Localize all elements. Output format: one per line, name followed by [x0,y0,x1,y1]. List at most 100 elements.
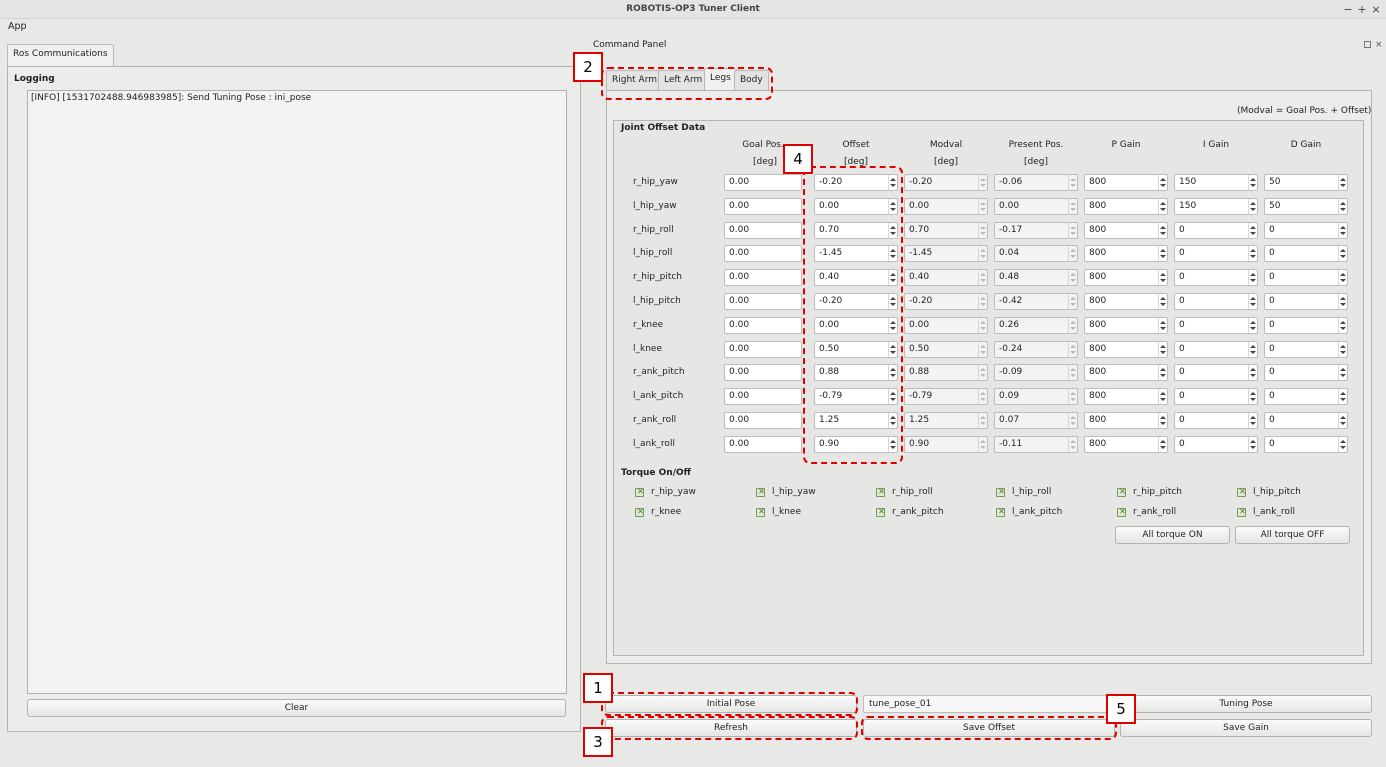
torque-checkbox[interactable] [1237,487,1247,497]
d-gain-spinbox[interactable]: 0 [1264,293,1348,310]
spin-arrows-icon[interactable] [1338,436,1347,452]
pose-select[interactable]: tune_pose_01 [863,695,1115,713]
spin-arrows-icon[interactable] [1158,365,1167,381]
d-gain-spinbox[interactable]: 50 [1264,174,1348,191]
goal-pos-field[interactable]: 0.00 [724,435,802,453]
spin-arrows-icon[interactable] [1158,222,1167,238]
goal-pos-field[interactable]: 0.00 [724,269,802,287]
goal-pos-field[interactable]: 0.00 [724,316,802,334]
torque-checkbox[interactable] [756,487,766,497]
i-gain-spinbox[interactable]: 0 [1174,269,1258,287]
d-gain-spinbox[interactable]: 0 [1264,435,1348,453]
i-gain-spinbox[interactable]: 0 [1174,245,1258,263]
spin-arrows-icon[interactable] [1158,198,1167,214]
spin-arrows-icon[interactable] [1248,246,1257,262]
menu-app[interactable]: App [8,20,27,34]
save-gain-button[interactable]: Save Gain [1120,719,1372,737]
torque-checkbox[interactable] [1117,487,1127,497]
all-torque-off-button[interactable]: All torque OFF [1235,526,1350,544]
spin-arrows-icon[interactable] [1248,341,1257,357]
spin-arrows-icon[interactable] [1158,270,1167,286]
torque-checkbox[interactable] [635,507,645,517]
d-gain-spinbox[interactable]: 0 [1264,412,1348,429]
i-gain-spinbox[interactable]: 150 [1174,197,1258,215]
spin-arrows-icon[interactable] [1338,317,1347,333]
goal-pos-field[interactable]: 0.00 [724,174,802,191]
p-gain-spinbox[interactable]: 800 [1084,412,1168,429]
spin-arrows-icon[interactable] [1248,317,1257,333]
d-gain-spinbox[interactable]: 0 [1264,388,1348,406]
spin-arrows-icon[interactable] [1248,198,1257,214]
spin-arrows-icon[interactable] [1248,389,1257,405]
spin-arrows-icon[interactable] [1158,294,1167,309]
clear-button[interactable]: Clear [27,699,566,717]
p-gain-spinbox[interactable]: 800 [1084,364,1168,382]
d-gain-spinbox[interactable]: 50 [1264,197,1348,215]
i-gain-spinbox[interactable]: 0 [1174,316,1258,334]
goal-pos-field[interactable]: 0.00 [724,197,802,215]
spin-arrows-icon[interactable] [1248,294,1257,309]
spin-arrows-icon[interactable] [1338,175,1347,190]
i-gain-spinbox[interactable]: 0 [1174,435,1258,453]
spin-arrows-icon[interactable] [1248,175,1257,190]
i-gain-spinbox[interactable]: 0 [1174,388,1258,406]
spin-arrows-icon[interactable] [1248,365,1257,381]
spin-arrows-icon[interactable] [1338,222,1347,238]
tab-ros-communications[interactable]: Ros Communications [7,44,114,67]
p-gain-spinbox[interactable]: 800 [1084,293,1168,310]
maximize-icon[interactable]: + [1355,0,1369,19]
spin-arrows-icon[interactable] [1338,389,1347,405]
float-icon[interactable] [1364,41,1371,48]
spin-arrows-icon[interactable] [1158,389,1167,405]
d-gain-spinbox[interactable]: 0 [1264,245,1348,263]
torque-checkbox[interactable] [1117,507,1127,517]
goal-pos-field[interactable]: 0.00 [724,364,802,382]
spin-arrows-icon[interactable] [1158,175,1167,190]
p-gain-spinbox[interactable]: 800 [1084,435,1168,453]
p-gain-spinbox[interactable]: 800 [1084,388,1168,406]
spin-arrows-icon[interactable] [1158,317,1167,333]
log-area[interactable]: [INFO] [1531702488.946983985]: Send Tuni… [27,90,567,694]
spin-arrows-icon[interactable] [1338,294,1347,309]
d-gain-spinbox[interactable]: 0 [1264,221,1348,239]
goal-pos-field[interactable]: 0.00 [724,412,802,429]
torque-checkbox[interactable] [996,487,1006,497]
torque-checkbox[interactable] [876,507,886,517]
torque-checkbox[interactable] [876,487,886,497]
p-gain-spinbox[interactable]: 800 [1084,174,1168,191]
p-gain-spinbox[interactable]: 800 [1084,316,1168,334]
goal-pos-field[interactable]: 0.00 [724,221,802,239]
spin-arrows-icon[interactable] [1248,222,1257,238]
spin-arrows-icon[interactable] [1248,270,1257,286]
i-gain-spinbox[interactable]: 150 [1174,174,1258,191]
minimize-icon[interactable]: − [1341,0,1355,19]
spin-arrows-icon[interactable] [1158,436,1167,452]
spin-arrows-icon[interactable] [1338,365,1347,381]
spin-arrows-icon[interactable] [1158,246,1167,262]
spin-arrows-icon[interactable] [1158,341,1167,357]
spin-arrows-icon[interactable] [1338,413,1347,428]
p-gain-spinbox[interactable]: 800 [1084,340,1168,358]
i-gain-spinbox[interactable]: 0 [1174,412,1258,429]
d-gain-spinbox[interactable]: 0 [1264,364,1348,382]
spin-arrows-icon[interactable] [1338,198,1347,214]
all-torque-on-button[interactable]: All torque ON [1115,526,1230,544]
goal-pos-field[interactable]: 0.00 [724,388,802,406]
i-gain-spinbox[interactable]: 0 [1174,340,1258,358]
d-gain-spinbox[interactable]: 0 [1264,316,1348,334]
torque-checkbox[interactable] [996,507,1006,517]
d-gain-spinbox[interactable]: 0 [1264,340,1348,358]
torque-checkbox[interactable] [1237,507,1247,517]
spin-arrows-icon[interactable] [1338,246,1347,262]
spin-arrows-icon[interactable] [1248,436,1257,452]
close-panel-icon[interactable]: × [1375,40,1383,50]
spin-arrows-icon[interactable] [1338,270,1347,286]
p-gain-spinbox[interactable]: 800 [1084,197,1168,215]
i-gain-spinbox[interactable]: 0 [1174,293,1258,310]
close-icon[interactable]: × [1369,0,1383,19]
goal-pos-field[interactable]: 0.00 [724,245,802,263]
i-gain-spinbox[interactable]: 0 [1174,221,1258,239]
spin-arrows-icon[interactable] [1158,413,1167,428]
goal-pos-field[interactable]: 0.00 [724,293,802,310]
spin-arrows-icon[interactable] [1248,413,1257,428]
